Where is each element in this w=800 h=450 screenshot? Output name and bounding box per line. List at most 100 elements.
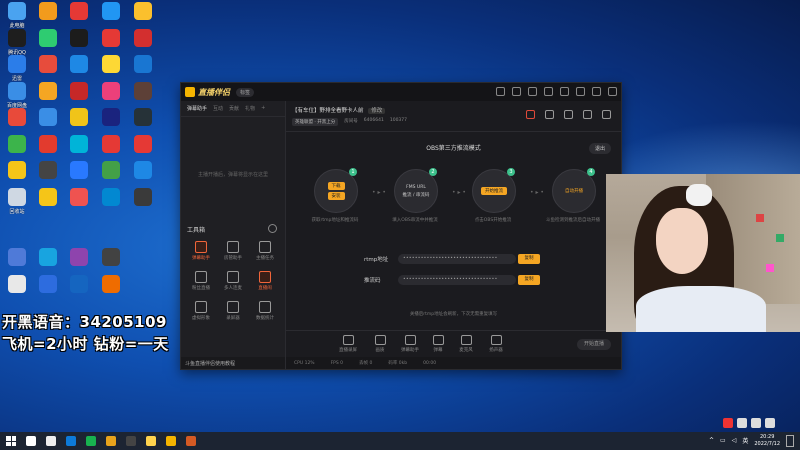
desktop-icon[interactable]	[33, 55, 63, 85]
tool-item[interactable]: 房管助手	[221, 241, 245, 265]
desktop-icon[interactable]	[64, 187, 94, 218]
ime-punct-icon[interactable]	[751, 418, 761, 428]
stream-key-field[interactable]: ••••••••••••••••••••••••••••••••	[398, 275, 516, 285]
danmaku-tool[interactable]: 弹幕助手	[398, 335, 422, 353]
desktop-icon[interactable]: 此电脑	[2, 2, 32, 32]
copy-rtmp-button[interactable]: 复制	[518, 254, 540, 264]
start-button-icon[interactable]	[6, 436, 16, 446]
left-tab[interactable]: 互动	[213, 105, 223, 112]
desktop-icon[interactable]	[2, 108, 32, 138]
desktop-icon[interactable]	[2, 248, 32, 278]
quality-tool[interactable]: 画质	[368, 335, 392, 353]
desktop-icon[interactable]	[2, 274, 32, 305]
more-icon[interactable]	[268, 224, 277, 233]
ime-toolbar[interactable]	[723, 418, 775, 428]
volume-icon[interactable]: ◁	[732, 437, 737, 444]
desktop-icon[interactable]	[96, 248, 126, 278]
desktop-icon[interactable]	[128, 108, 158, 138]
taskbar-app-icon[interactable]	[146, 436, 156, 446]
desktop-icon[interactable]	[33, 187, 63, 218]
tool-item[interactable]: 录屏器	[221, 301, 245, 325]
network-icon[interactable]: ▭	[720, 437, 726, 444]
record-tool[interactable]: 直播录屏	[336, 335, 360, 353]
left-tab[interactable]: 礼物	[245, 105, 255, 112]
avatar-icon[interactable]	[496, 87, 505, 96]
desktop-icon[interactable]	[96, 28, 126, 59]
desktop-icon[interactable]	[96, 108, 126, 138]
tool-item[interactable]: 粉丝直播	[189, 271, 213, 295]
tray-arrow-icon[interactable]: ^	[709, 437, 714, 444]
desktop-icon[interactable]	[33, 81, 63, 112]
download-button[interactable]: 下载	[327, 182, 345, 190]
desktop-icon[interactable]	[128, 81, 158, 112]
maximize-icon[interactable]	[592, 87, 601, 96]
desktop-icon[interactable]	[128, 187, 158, 218]
taskbar-app-icon[interactable]	[106, 436, 116, 446]
copy-stream-key-button[interactable]: 复制	[518, 275, 540, 285]
desktop-icon[interactable]	[96, 55, 126, 85]
taskbar-app-icon[interactable]	[126, 436, 136, 446]
version-badge[interactable]: 标签	[236, 87, 255, 97]
mail-icon[interactable]	[544, 87, 553, 96]
tool-item[interactable]: 多人连麦	[221, 271, 245, 295]
desktop-icon[interactable]	[96, 187, 126, 218]
left-tab[interactable]: +	[261, 105, 265, 112]
desktop-icon[interactable]	[33, 108, 63, 138]
desktop-icon[interactable]	[128, 28, 158, 59]
category-pill[interactable]: 英雄联盟 · 开黑上分	[292, 118, 339, 126]
ime-mode-icon[interactable]	[737, 418, 747, 428]
desktop-icon[interactable]	[96, 81, 126, 112]
desktop-icon[interactable]	[64, 55, 94, 85]
minimize-icon[interactable]	[576, 87, 585, 96]
desktop-icon[interactable]	[96, 274, 126, 305]
left-tab[interactable]: 弹幕助手	[187, 105, 207, 112]
title-bar[interactable]: 直播伴侣 标签	[181, 83, 621, 101]
input-language[interactable]: 英	[742, 436, 748, 445]
tool-item[interactable]: 虚拟形象	[189, 301, 213, 325]
desktop-icon[interactable]	[64, 108, 94, 138]
desktop-icon[interactable]	[96, 161, 126, 191]
cursor-icon[interactable]	[564, 110, 573, 119]
start-live-button[interactable]: 开始直播	[577, 339, 611, 350]
clock[interactable]: 20:29 2022/7/12	[754, 434, 780, 447]
desktop-icon[interactable]: 回收站	[2, 187, 32, 218]
desktop-icon[interactable]	[2, 134, 32, 165]
edit-title-button[interactable]: 修改	[368, 108, 386, 114]
desktop-icon[interactable]	[33, 134, 63, 165]
desktop-icon[interactable]	[96, 134, 126, 165]
settings-icon[interactable]	[528, 87, 537, 96]
desktop-icon[interactable]	[33, 248, 63, 278]
desktop-icon[interactable]	[96, 2, 126, 32]
install-button[interactable]: 安装	[327, 192, 345, 200]
bell-icon[interactable]	[583, 110, 592, 119]
desktop-icon[interactable]	[128, 161, 158, 191]
chat-tool[interactable]: 弹幕	[426, 335, 450, 353]
desktop-icon[interactable]	[128, 134, 158, 165]
desktop-icon[interactable]	[33, 2, 63, 32]
desktop-icon[interactable]	[2, 161, 32, 191]
desktop-icon[interactable]	[64, 28, 94, 59]
left-tab[interactable]: 贡献	[229, 105, 239, 112]
taskbar-app-icon[interactable]	[86, 436, 96, 446]
share-icon[interactable]	[602, 110, 611, 119]
tool-item[interactable]: 主播任务	[253, 241, 277, 265]
taskbar-app-icon[interactable]	[66, 436, 76, 446]
taskbar-app-icon[interactable]	[166, 436, 176, 446]
speaker-tool[interactable]: 扬声器	[484, 335, 508, 353]
desktop-icon[interactable]	[33, 161, 63, 191]
desktop-icon[interactable]	[64, 274, 94, 305]
desktop-icon[interactable]	[64, 134, 94, 165]
desktop-icon[interactable]: 迅雷	[2, 55, 32, 85]
taskbar-app-icon[interactable]	[26, 436, 36, 446]
gift-icon[interactable]	[526, 110, 535, 119]
taskbar-app-icon[interactable]	[186, 436, 196, 446]
desktop-icon[interactable]	[64, 81, 94, 112]
tool-item[interactable]: 弹幕助手	[189, 241, 213, 265]
sogou-icon[interactable]	[723, 418, 733, 428]
desktop-icon[interactable]	[33, 28, 63, 59]
lock-icon[interactable]	[545, 110, 554, 119]
desktop-icon[interactable]	[128, 55, 158, 85]
desktop-icon[interactable]	[128, 2, 158, 32]
close-icon[interactable]	[608, 87, 617, 96]
tutorial-link[interactable]: 斗鱼直播伴侣使用教程	[181, 357, 285, 369]
